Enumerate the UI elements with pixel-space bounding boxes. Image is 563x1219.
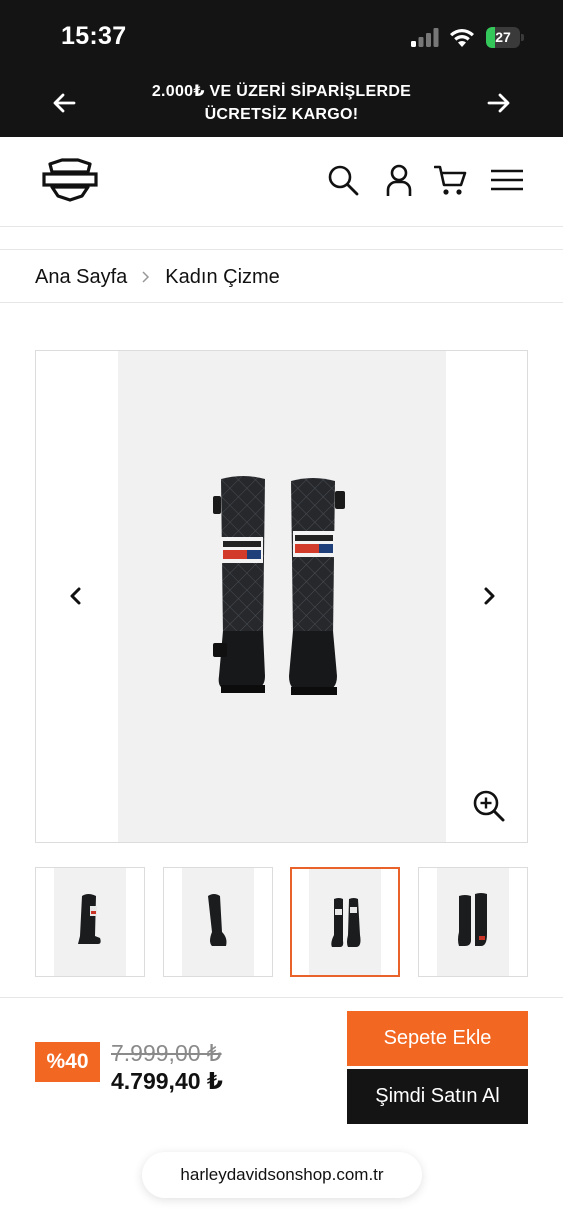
- thumbnail-3-active[interactable]: [290, 867, 400, 977]
- zoom-in-icon[interactable]: [472, 789, 506, 823]
- product-image[interactable]: [118, 351, 446, 842]
- promo-line-2: ÜCRETSİZ KARGO!: [204, 106, 359, 123]
- promo-banner: 2.000₺ VE ÜZERİ SİPARİŞLERDE ÜCRETSİZ KA…: [0, 70, 563, 137]
- discount-badge: %40: [35, 1042, 100, 1082]
- status-time: 15:37: [61, 22, 127, 50]
- breadcrumb-home[interactable]: Ana Sayfa: [35, 266, 127, 289]
- site-header: [0, 137, 563, 227]
- arrow-left-icon[interactable]: [47, 86, 81, 120]
- menu-icon[interactable]: [490, 163, 524, 197]
- promo-text: 2.000₺ VE ÜZERİ SİPARİŞLERDE ÜCRETSİZ KA…: [120, 80, 443, 126]
- user-icon[interactable]: [382, 163, 416, 197]
- thumbnail-2[interactable]: [163, 867, 273, 977]
- chevron-right-icon[interactable]: [476, 583, 502, 609]
- harley-logo[interactable]: [42, 158, 98, 202]
- search-icon[interactable]: [326, 163, 360, 197]
- breadcrumb: Ana Sayfa Kadın Çizme: [35, 262, 280, 292]
- old-price: 7.999,00 ₺: [111, 1040, 222, 1066]
- promo-line-1: 2.000₺ VE ÜZERİ SİPARİŞLERDE: [151, 83, 412, 100]
- signal-icon: [411, 28, 439, 47]
- thumbnail-1[interactable]: [35, 867, 145, 977]
- divider: [0, 302, 563, 303]
- arrow-right-icon[interactable]: [482, 86, 516, 120]
- chevron-right-icon: [142, 271, 150, 283]
- battery-icon: 27: [486, 27, 524, 48]
- browser-url-bar[interactable]: harleydavidsonshop.com.tr: [142, 1152, 422, 1198]
- divider: [0, 997, 563, 998]
- boots-image: [213, 476, 345, 695]
- add-to-cart-button[interactable]: Sepete Ekle: [347, 1011, 528, 1066]
- cart-icon[interactable]: [434, 163, 468, 197]
- breadcrumb-current: Kadın Çizme: [165, 265, 280, 288]
- wifi-icon: [450, 29, 474, 47]
- product-gallery: [35, 350, 528, 843]
- divider: [0, 249, 563, 250]
- battery-level: 27: [495, 29, 511, 45]
- status-bar: 15:37 27: [0, 0, 563, 70]
- chevron-left-icon[interactable]: [63, 583, 89, 609]
- sale-price: 4.799,40 ₺: [111, 1068, 223, 1094]
- thumbnail-4[interactable]: [418, 867, 528, 977]
- buy-now-button[interactable]: Şimdi Satın Al: [347, 1069, 528, 1124]
